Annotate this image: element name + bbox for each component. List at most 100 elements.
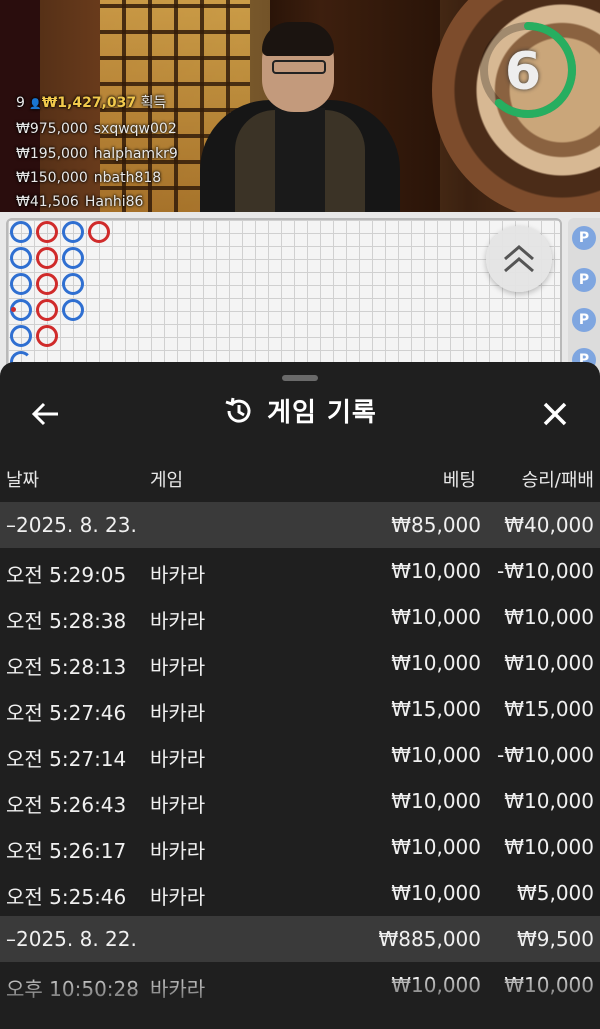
- winner-amount: ₩195,000: [16, 146, 88, 162]
- row-result: ₩40,000: [504, 513, 594, 537]
- row-result: -₩10,000: [497, 559, 594, 583]
- row-result: ₩9,500: [516, 927, 594, 951]
- banker-bead: [36, 299, 58, 321]
- side-player-dot: P: [572, 268, 596, 292]
- winner-name: sxqwqw002: [93, 121, 177, 137]
- dealer-hair: [262, 22, 334, 56]
- row-bet: ₩10,000: [391, 651, 481, 675]
- row-bet: ₩85,000: [391, 513, 481, 537]
- row-bet: ₩10,000: [391, 605, 481, 629]
- row-time: 오전 5:28:13: [6, 655, 127, 679]
- row-result: ₩10,000: [504, 605, 594, 629]
- row-game: 바카라: [150, 839, 206, 863]
- winner-name: Hanhi86: [84, 194, 144, 210]
- column-header-game: 게임: [150, 470, 184, 491]
- close-icon: [543, 402, 567, 426]
- history-row[interactable]: 오전 5:28:38 바카라 ₩10,000 ₩10,000: [0, 594, 600, 640]
- row-result: ₩5,000: [516, 881, 594, 905]
- history-row[interactable]: 오전 5:26:43 바카라 ₩10,000 ₩10,000: [0, 778, 600, 824]
- dealer-glasses: [272, 60, 326, 74]
- row-game: 바카라: [150, 793, 206, 817]
- group-date: –2025. 8. 22.: [6, 927, 137, 951]
- dealer-shirt: [275, 108, 325, 212]
- pair-marker: [11, 307, 16, 312]
- side-road: P P P P: [568, 218, 600, 378]
- winner-name: halphamkr9: [93, 146, 178, 162]
- history-list: –2025. 8. 23. ₩85,000 ₩40,000 오전 5:29:05 바카라…: [0, 502, 600, 1008]
- row-time: 오전 5:26:17: [6, 839, 127, 863]
- player-bead: [62, 299, 84, 321]
- game-history-sheet: 게임 기록 날짜 게임 베팅 승리/패배 –2025. 8. 23. ₩85,00…: [0, 362, 600, 1029]
- row-time: 오전 5:25:46: [6, 885, 127, 909]
- row-game: 바카라: [150, 747, 206, 771]
- row-bet: ₩10,000: [391, 559, 481, 583]
- winners-summary: 9 👤₩1,427,037 획득: [16, 92, 166, 112]
- winner-row: ₩195,000 halphamkr9: [16, 146, 178, 162]
- row-bet: ₩885,000: [378, 927, 481, 951]
- player-bead: [10, 221, 32, 243]
- player-bead: [62, 273, 84, 295]
- sheet-header: 게임 기록: [0, 392, 600, 434]
- banker-bead: [36, 325, 58, 347]
- row-game: 바카라: [150, 885, 206, 909]
- banker-bead: [36, 273, 58, 295]
- row-result: ₩10,000: [504, 651, 594, 675]
- sheet-title: 게임 기록: [267, 398, 377, 428]
- column-header-result: 승리/패배: [521, 470, 594, 491]
- row-time: 오전 5:27:14: [6, 747, 127, 771]
- player-bead: [62, 221, 84, 243]
- side-player-dot: P: [572, 308, 596, 332]
- player-bead: [10, 273, 32, 295]
- row-time: 오전 5:29:05: [6, 563, 127, 587]
- row-result: ₩10,000: [504, 789, 594, 813]
- row-time: 오전 5:28:38: [6, 609, 127, 633]
- countdown-number: 6: [504, 42, 542, 102]
- winner-amount: ₩41,506: [16, 194, 79, 210]
- row-time: 오전 5:26:43: [6, 793, 127, 817]
- history-row[interactable]: 오전 5:26:17 바카라 ₩10,000 ₩10,000: [0, 824, 600, 870]
- player-bead: [10, 325, 32, 347]
- row-game: 바카라: [150, 563, 206, 587]
- group-date: –2025. 8. 23.: [6, 513, 137, 537]
- close-button[interactable]: [537, 396, 573, 432]
- row-bet: ₩15,000: [391, 697, 481, 721]
- history-icon: [225, 397, 251, 423]
- winner-name: nbath818: [93, 170, 162, 186]
- row-bet: ₩10,000: [391, 835, 481, 859]
- row-result: -₩10,000: [497, 743, 594, 767]
- winner-row: ₩975,000 sxqwqw002: [16, 121, 177, 137]
- column-header-date: 날짜: [6, 470, 40, 491]
- winner-row: ₩150,000 nbath818: [16, 170, 161, 186]
- list-fade: [0, 979, 600, 1029]
- player-bead: [10, 299, 32, 321]
- row-bet: ₩10,000: [391, 881, 481, 905]
- side-player-dot: P: [572, 226, 596, 250]
- player-bead: [10, 247, 32, 269]
- round-count: 9: [16, 95, 25, 111]
- history-row[interactable]: 오전 5:27:46 바카라 ₩15,000 ₩15,000: [0, 686, 600, 732]
- row-game: 바카라: [150, 609, 206, 633]
- scroll-up-button[interactable]: [486, 226, 552, 292]
- banker-bead: [88, 221, 110, 243]
- player-bead: [62, 247, 84, 269]
- winner-row: ₩41,506 Hanhi86: [16, 194, 143, 210]
- date-group-row[interactable]: –2025. 8. 23. ₩85,000 ₩40,000: [0, 502, 600, 548]
- won-suffix: 획득: [140, 95, 167, 111]
- total-won: ₩1,427,037: [41, 95, 137, 111]
- history-row[interactable]: 오전 5:25:46 바카라 ₩10,000 ₩5,000: [0, 870, 600, 916]
- banker-bead: [36, 221, 58, 243]
- row-bet: ₩10,000: [391, 789, 481, 813]
- history-row[interactable]: 오전 5:28:13 바카라 ₩10,000 ₩10,000: [0, 640, 600, 686]
- history-row[interactable]: 오전 5:27:14 바카라 ₩10,000 -₩10,000: [0, 732, 600, 778]
- winner-amount: ₩150,000: [16, 170, 88, 186]
- row-bet: ₩10,000: [391, 743, 481, 767]
- winner-amount: ₩975,000: [16, 121, 88, 137]
- bead-road-grid: [6, 218, 562, 378]
- date-group-row[interactable]: –2025. 8. 22. ₩885,000 ₩9,500: [0, 916, 600, 962]
- banker-bead: [36, 247, 58, 269]
- row-game: 바카라: [150, 655, 206, 679]
- chevron-double-up-icon: [504, 245, 534, 273]
- history-row[interactable]: 오전 5:29:05 바카라 ₩10,000 -₩10,000: [0, 548, 600, 594]
- row-time: 오전 5:27:46: [6, 701, 127, 725]
- sheet-drag-handle[interactable]: [282, 375, 318, 381]
